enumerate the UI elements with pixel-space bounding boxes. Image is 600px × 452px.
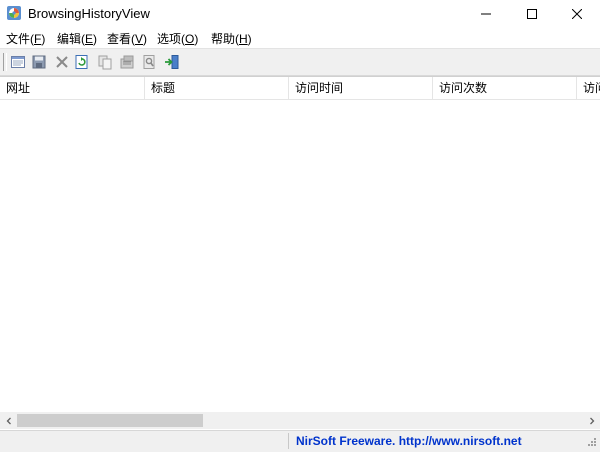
delete-button[interactable] [53,53,71,71]
html-report-icon [11,56,25,68]
status-cell-count [0,433,289,449]
refresh-icon [75,55,88,69]
menu-options[interactable]: 选项(O) [157,30,198,47]
minimize-icon [481,13,491,15]
save-button[interactable] [30,53,48,71]
minimize-button[interactable] [463,0,509,28]
window-title: BrowsingHistoryView [28,6,150,21]
menu-bar: 文件(F) 编辑(E) 查看(V) 选项(O) 帮助(H) [0,28,600,48]
list-header: 网址 标题 访问时间 访问次数 访问 [0,77,600,100]
copy-icon [98,55,112,70]
find-button[interactable] [140,53,158,71]
scroll-left-button[interactable] [0,412,17,429]
close-icon [572,9,582,19]
menu-edit[interactable]: 编辑(E) [57,30,97,47]
toolbar [0,48,600,76]
column-header-visit-time[interactable]: 访问时间 [289,77,433,99]
scroll-right-button[interactable] [583,412,600,429]
column-header-url[interactable]: 网址 [0,77,145,99]
history-list[interactable]: 网址 标题 访问时间 访问次数 访问 [0,76,600,413]
resize-grip-icon[interactable] [585,437,597,449]
column-header-title[interactable]: 标题 [145,77,289,99]
properties-icon [120,55,134,69]
find-icon [143,55,155,69]
html-report-button[interactable] [9,53,27,71]
status-bar: NirSoft Freeware. http://www.nirsoft.net [0,430,600,452]
exit-button[interactable] [163,53,181,71]
chevron-left-icon [6,417,11,424]
horizontal-scrollbar[interactable] [0,412,600,429]
column-header-visit-count[interactable]: 访问次数 [433,77,577,99]
delete-icon [56,56,68,68]
column-header-next[interactable]: 访问 [577,77,600,99]
toolbar-grip[interactable] [3,53,7,71]
copy-button[interactable] [96,53,114,71]
app-icon [7,6,21,20]
menu-file[interactable]: 文件(F) [6,30,45,47]
refresh-button[interactable] [73,53,91,71]
title-bar[interactable]: BrowsingHistoryView [0,0,600,28]
close-button[interactable] [554,0,600,28]
save-icon [32,55,46,69]
maximize-button[interactable] [509,0,555,28]
exit-icon [165,55,179,69]
menu-help[interactable]: 帮助(H) [211,30,252,47]
properties-button[interactable] [118,53,136,71]
maximize-icon [527,9,537,19]
scrollbar-thumb[interactable] [17,414,203,427]
chevron-right-icon [589,417,594,424]
menu-view[interactable]: 查看(V) [107,30,147,47]
app-window: BrowsingHistoryView 文件(F) 编辑(E) 查看(V) 选项… [0,0,600,452]
nirsoft-link[interactable]: NirSoft Freeware. http://www.nirsoft.net [296,434,522,448]
